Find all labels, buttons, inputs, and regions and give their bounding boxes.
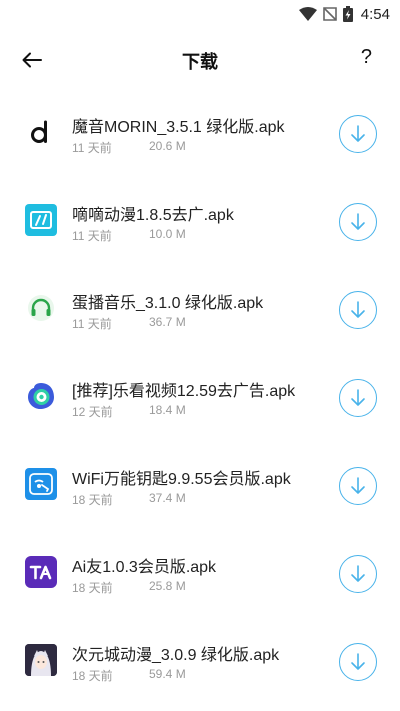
headphones-logo-icon [25,292,57,324]
arrow-down-icon [351,477,365,494]
download-button[interactable] [339,203,377,241]
download-button[interactable] [339,379,377,417]
download-age: 18 天前 [72,581,113,595]
file-name: 次元城动漫_3.0.9 绿化版.apk [72,647,280,664]
download-button[interactable] [339,115,377,153]
download-item[interactable]: Ai友1.0.3会员版.apk 18 天前 25.8 M [0,529,400,617]
arrow-down-icon [351,301,365,318]
file-size: 37.4 M [149,491,186,505]
arrow-down-icon [351,653,365,670]
file-meta: 11 天前 36.7 M [72,315,186,332]
download-item[interactable]: 魔音MORIN_3.5.1 绿化版.apk 11 天前 20.6 M [0,89,400,177]
file-name: WiFi万能钥匙9.9.55会员版.apk [72,471,291,488]
file-meta: 12 天前 18.4 M [72,403,186,420]
file-size: 59.4 M [149,667,186,681]
wifi-key-logo-icon [25,468,57,500]
download-button[interactable] [339,291,377,329]
status-bar: 4:54 [0,0,400,28]
download-item[interactable]: 蛋播音乐_3.1.0 绿化版.apk 11 天前 36.7 M [0,265,400,353]
download-item[interactable]: 次元城动漫_3.0.9 绿化版.apk 18 天前 59.4 M [0,617,400,705]
app-bar: 下载 ? [0,38,400,82]
wifi-signal-icon [298,7,317,21]
file-size: 25.8 M [149,579,186,593]
morin-d-logo-icon [25,116,57,148]
file-name: 蛋播音乐_3.1.0 绿化版.apk [72,295,264,312]
download-age: 18 天前 [72,493,113,507]
download-list: 魔音MORIN_3.5.1 绿化版.apk 11 天前 20.6 M 嘀嘀动漫1… [0,89,400,705]
file-meta: 11 天前 20.6 M [72,139,186,156]
file-size: 18.4 M [149,403,186,417]
file-size: 36.7 M [149,315,186,329]
download-age: 12 天前 [72,405,113,419]
status-icons: 4:54 [298,4,390,24]
file-size: 10.0 M [149,227,186,241]
arrow-down-icon [351,213,365,230]
arrow-down-icon [351,125,365,142]
file-meta: 11 天前 10.0 M [72,227,186,244]
download-item[interactable]: [推荐]乐看视频12.59去广告.apk 12 天前 18.4 M [0,353,400,441]
download-item[interactable]: 嘀嘀动漫1.8.5去广.apk 11 天前 10.0 M [0,177,400,265]
download-age: 11 天前 [72,141,112,155]
film-reel-logo-icon [25,380,57,412]
battery-charging-icon [342,6,353,22]
status-time: 4:54 [360,5,390,23]
arrow-down-icon [351,389,365,406]
file-size: 20.6 M [149,139,186,153]
download-button[interactable] [339,555,377,593]
arrow-down-icon [351,565,365,582]
anime-character-logo-icon [25,644,57,676]
download-age: 11 天前 [72,229,112,243]
download-item[interactable]: WiFi万能钥匙9.9.55会员版.apk 18 天前 37.4 M [0,441,400,529]
file-name: 嘀嘀动漫1.8.5去广.apk [72,207,234,224]
page-title: 下载 [182,52,218,73]
download-button[interactable] [339,643,377,681]
file-meta: 18 天前 59.4 M [72,667,186,684]
help-button[interactable]: ? [361,46,372,69]
file-name: Ai友1.0.3会员版.apk [72,559,217,576]
didi-anime-logo-icon [25,204,57,236]
file-meta: 18 天前 37.4 M [72,491,186,508]
file-meta: 18 天前 25.8 M [72,579,186,596]
cell-signal-off-icon [322,7,337,21]
download-button[interactable] [339,467,377,505]
download-age: 18 天前 [72,669,113,683]
file-name: [推荐]乐看视频12.59去广告.apk [72,383,296,400]
ta-logo-icon [25,556,57,588]
download-age: 11 天前 [72,317,112,331]
file-name: 魔音MORIN_3.5.1 绿化版.apk [72,119,285,136]
